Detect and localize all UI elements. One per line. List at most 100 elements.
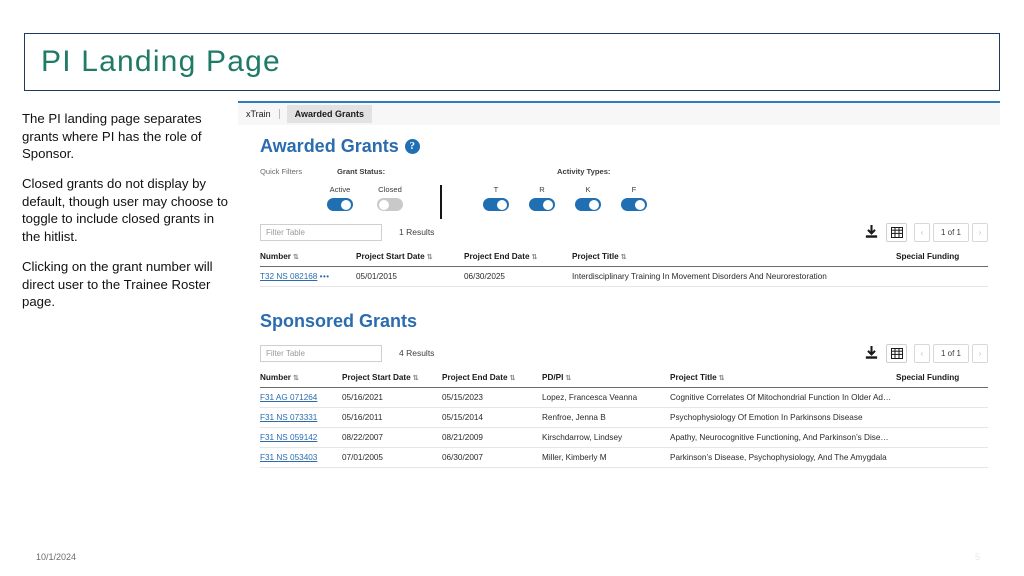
app-screenshot: xTrain Awarded Grants Awarded Grants ? Q… bbox=[238, 101, 1000, 538]
column-header-number[interactable]: Number ⇅ bbox=[260, 249, 356, 267]
toggle-label: K bbox=[585, 185, 591, 194]
note-paragraph: Closed grants do not display by default,… bbox=[22, 176, 229, 245]
toggle-activity-k[interactable]: K bbox=[571, 185, 605, 211]
explanatory-notes: The PI landing page separates grants whe… bbox=[22, 110, 234, 323]
breadcrumb-item-awarded-grants[interactable]: Awarded Grants bbox=[286, 105, 373, 123]
table-row[interactable]: F31 NS 073331 05/16/2011 05/15/2014 Renfroe… bbox=[260, 407, 988, 428]
quick-filters-panel: Quick Filters Grant Status: Activity Typ… bbox=[260, 167, 1000, 219]
cell-grant-number[interactable]: T32 NS 082168 ••• bbox=[260, 266, 356, 287]
awarded-table-toolbar: Filter Table 1 Results ‹ 1 of 1 › bbox=[260, 219, 988, 245]
awarded-grants-title: Awarded Grants bbox=[260, 136, 399, 156]
grid-view-icon[interactable] bbox=[886, 222, 907, 242]
toggle-label: T bbox=[493, 185, 499, 194]
toggle-label: F bbox=[631, 185, 637, 194]
sponsored-toolbar-actions: ‹ 1 of 1 › bbox=[864, 343, 988, 363]
filter-divider bbox=[440, 185, 442, 219]
column-header-number[interactable]: Number ⇅ bbox=[260, 370, 342, 388]
pagination-prev-button[interactable]: ‹ bbox=[914, 222, 930, 242]
column-header-project-start-date[interactable]: Project Start Date ⇅ bbox=[342, 370, 442, 388]
cell-project-title: Parkinson’s Disease, Psychophysiology, A… bbox=[670, 447, 896, 468]
column-header-project-start-date[interactable]: Project Start Date ⇅ bbox=[356, 249, 464, 267]
toggle-activity-r[interactable]: R bbox=[525, 185, 559, 211]
column-header-pd-pi[interactable]: PD/PI ⇅ bbox=[542, 370, 670, 388]
switch-activity-r[interactable] bbox=[529, 198, 555, 211]
column-header-project-title[interactable]: Project Title ⇅ bbox=[572, 249, 896, 267]
cell-special-funding bbox=[896, 427, 988, 448]
sponsored-table-toolbar: Filter Table 4 Results ‹ 1 of 1 › bbox=[260, 340, 988, 366]
cell-special-funding bbox=[896, 387, 988, 408]
cell-project-end-date: 05/15/2014 bbox=[442, 407, 542, 428]
grant-number-link[interactable]: F31 NS 059142 bbox=[260, 433, 317, 442]
cell-special-funding bbox=[896, 407, 988, 428]
column-header-special-funding: Special Funding bbox=[896, 370, 988, 388]
cell-project-end-date: 08/21/2009 bbox=[442, 427, 542, 448]
cell-grant-number[interactable]: F31 AG 071264 bbox=[260, 387, 342, 408]
grid-view-icon[interactable] bbox=[886, 343, 907, 363]
toggle-label: Active bbox=[329, 185, 351, 194]
pagination-next-button[interactable]: › bbox=[972, 222, 988, 242]
cell-grant-number[interactable]: F31 NS 073331 bbox=[260, 407, 342, 428]
cell-grant-number[interactable]: F31 NS 059142 bbox=[260, 427, 342, 448]
switch-knob bbox=[341, 199, 351, 210]
grant-number-link[interactable]: T32 NS 082168 bbox=[260, 272, 317, 281]
cell-special-funding bbox=[896, 447, 988, 468]
grant-number-link[interactable]: F31 AG 071264 bbox=[260, 393, 317, 402]
breadcrumb-item-xtrain[interactable]: xTrain bbox=[246, 109, 280, 119]
download-icon[interactable] bbox=[864, 345, 879, 361]
column-header-project-title[interactable]: Project Title ⇅ bbox=[670, 370, 896, 388]
sponsored-grants-title: Sponsored Grants bbox=[260, 311, 418, 331]
table-row[interactable]: T32 NS 082168 ••• 05/01/2015 06/30/2025 … bbox=[260, 266, 988, 287]
awarded-filter-input[interactable]: Filter Table bbox=[260, 223, 382, 241]
awarded-grants-table: Number ⇅ Project Start Date ⇅ Project End … bbox=[260, 249, 988, 287]
sort-caret-icon: ⇅ bbox=[718, 375, 725, 382]
switch-knob bbox=[379, 199, 389, 210]
quick-filters-label: Quick Filters bbox=[260, 167, 303, 176]
pagination-next-button[interactable]: › bbox=[972, 343, 988, 363]
toggle-grant-status-active[interactable]: Active bbox=[323, 185, 357, 211]
pagination-indicator: 1 of 1 bbox=[933, 222, 969, 242]
slide-number: 5 bbox=[974, 552, 980, 562]
switch-activity-f[interactable] bbox=[621, 198, 647, 211]
cell-project-start-date: 05/16/2021 bbox=[342, 387, 442, 408]
grant-number-link[interactable]: F31 NS 073331 bbox=[260, 413, 317, 422]
pagination-prev-button[interactable]: ‹ bbox=[914, 343, 930, 363]
cell-grant-number[interactable]: F31 NS 053403 bbox=[260, 447, 342, 468]
sort-caret-icon: ⇅ bbox=[565, 375, 572, 382]
awarded-pagination: ‹ 1 of 1 › bbox=[914, 222, 988, 242]
toggle-activity-f[interactable]: F bbox=[617, 185, 651, 211]
sort-caret-icon: ⇅ bbox=[531, 254, 538, 261]
sponsored-filter-input[interactable]: Filter Table bbox=[260, 344, 382, 362]
switch-closed[interactable] bbox=[377, 198, 403, 211]
sort-caret-icon: ⇅ bbox=[426, 254, 433, 261]
grant-number-link[interactable]: F31 NS 053403 bbox=[260, 453, 317, 462]
toggle-activity-t[interactable]: T bbox=[479, 185, 513, 211]
switch-knob bbox=[589, 199, 599, 210]
breadcrumb: xTrain Awarded Grants bbox=[238, 103, 1000, 125]
cell-project-end-date: 05/15/2023 bbox=[442, 387, 542, 408]
switch-activity-k[interactable] bbox=[575, 198, 601, 211]
table-row[interactable]: F31 NS 053403 07/01/2005 06/30/2007 Miller,… bbox=[260, 447, 988, 468]
cell-project-title: Psychophysiology Of Emotion In Parkinson… bbox=[670, 407, 896, 428]
cell-special-funding bbox=[896, 266, 988, 287]
table-row[interactable]: F31 NS 059142 08/22/2007 08/21/2009 Kirschd… bbox=[260, 427, 988, 448]
download-icon[interactable] bbox=[864, 224, 879, 240]
cell-project-title: Cognitive Correlates Of Mitochondrial Fu… bbox=[670, 387, 896, 408]
switch-active[interactable] bbox=[327, 198, 353, 211]
column-header-project-end-date[interactable]: Project End Date ⇅ bbox=[464, 249, 572, 267]
toggle-label: R bbox=[539, 185, 545, 194]
switch-knob bbox=[543, 199, 553, 210]
note-paragraph: The PI landing page separates grants whe… bbox=[22, 111, 202, 162]
awarded-toolbar-actions: ‹ 1 of 1 › bbox=[864, 222, 988, 242]
footer-date: 10/1/2024 bbox=[36, 552, 77, 562]
switch-knob bbox=[497, 199, 507, 210]
cell-pd-pi: Miller, Kimberly M bbox=[542, 447, 670, 468]
column-header-project-end-date[interactable]: Project End Date ⇅ bbox=[442, 370, 542, 388]
question-mark-circle-icon[interactable]: ? bbox=[404, 139, 420, 154]
sort-caret-icon: ⇅ bbox=[620, 254, 627, 261]
table-row[interactable]: F31 AG 071264 05/16/2021 05/15/2023 Lopez, … bbox=[260, 387, 988, 408]
cell-project-start-date: 08/22/2007 bbox=[342, 427, 442, 448]
toggle-grant-status-closed[interactable]: Closed bbox=[373, 185, 407, 211]
cell-project-title: Interdisciplinary Training In Movement D… bbox=[572, 266, 896, 287]
row-actions-menu-icon[interactable]: ••• bbox=[320, 272, 330, 281]
switch-activity-t[interactable] bbox=[483, 198, 509, 211]
